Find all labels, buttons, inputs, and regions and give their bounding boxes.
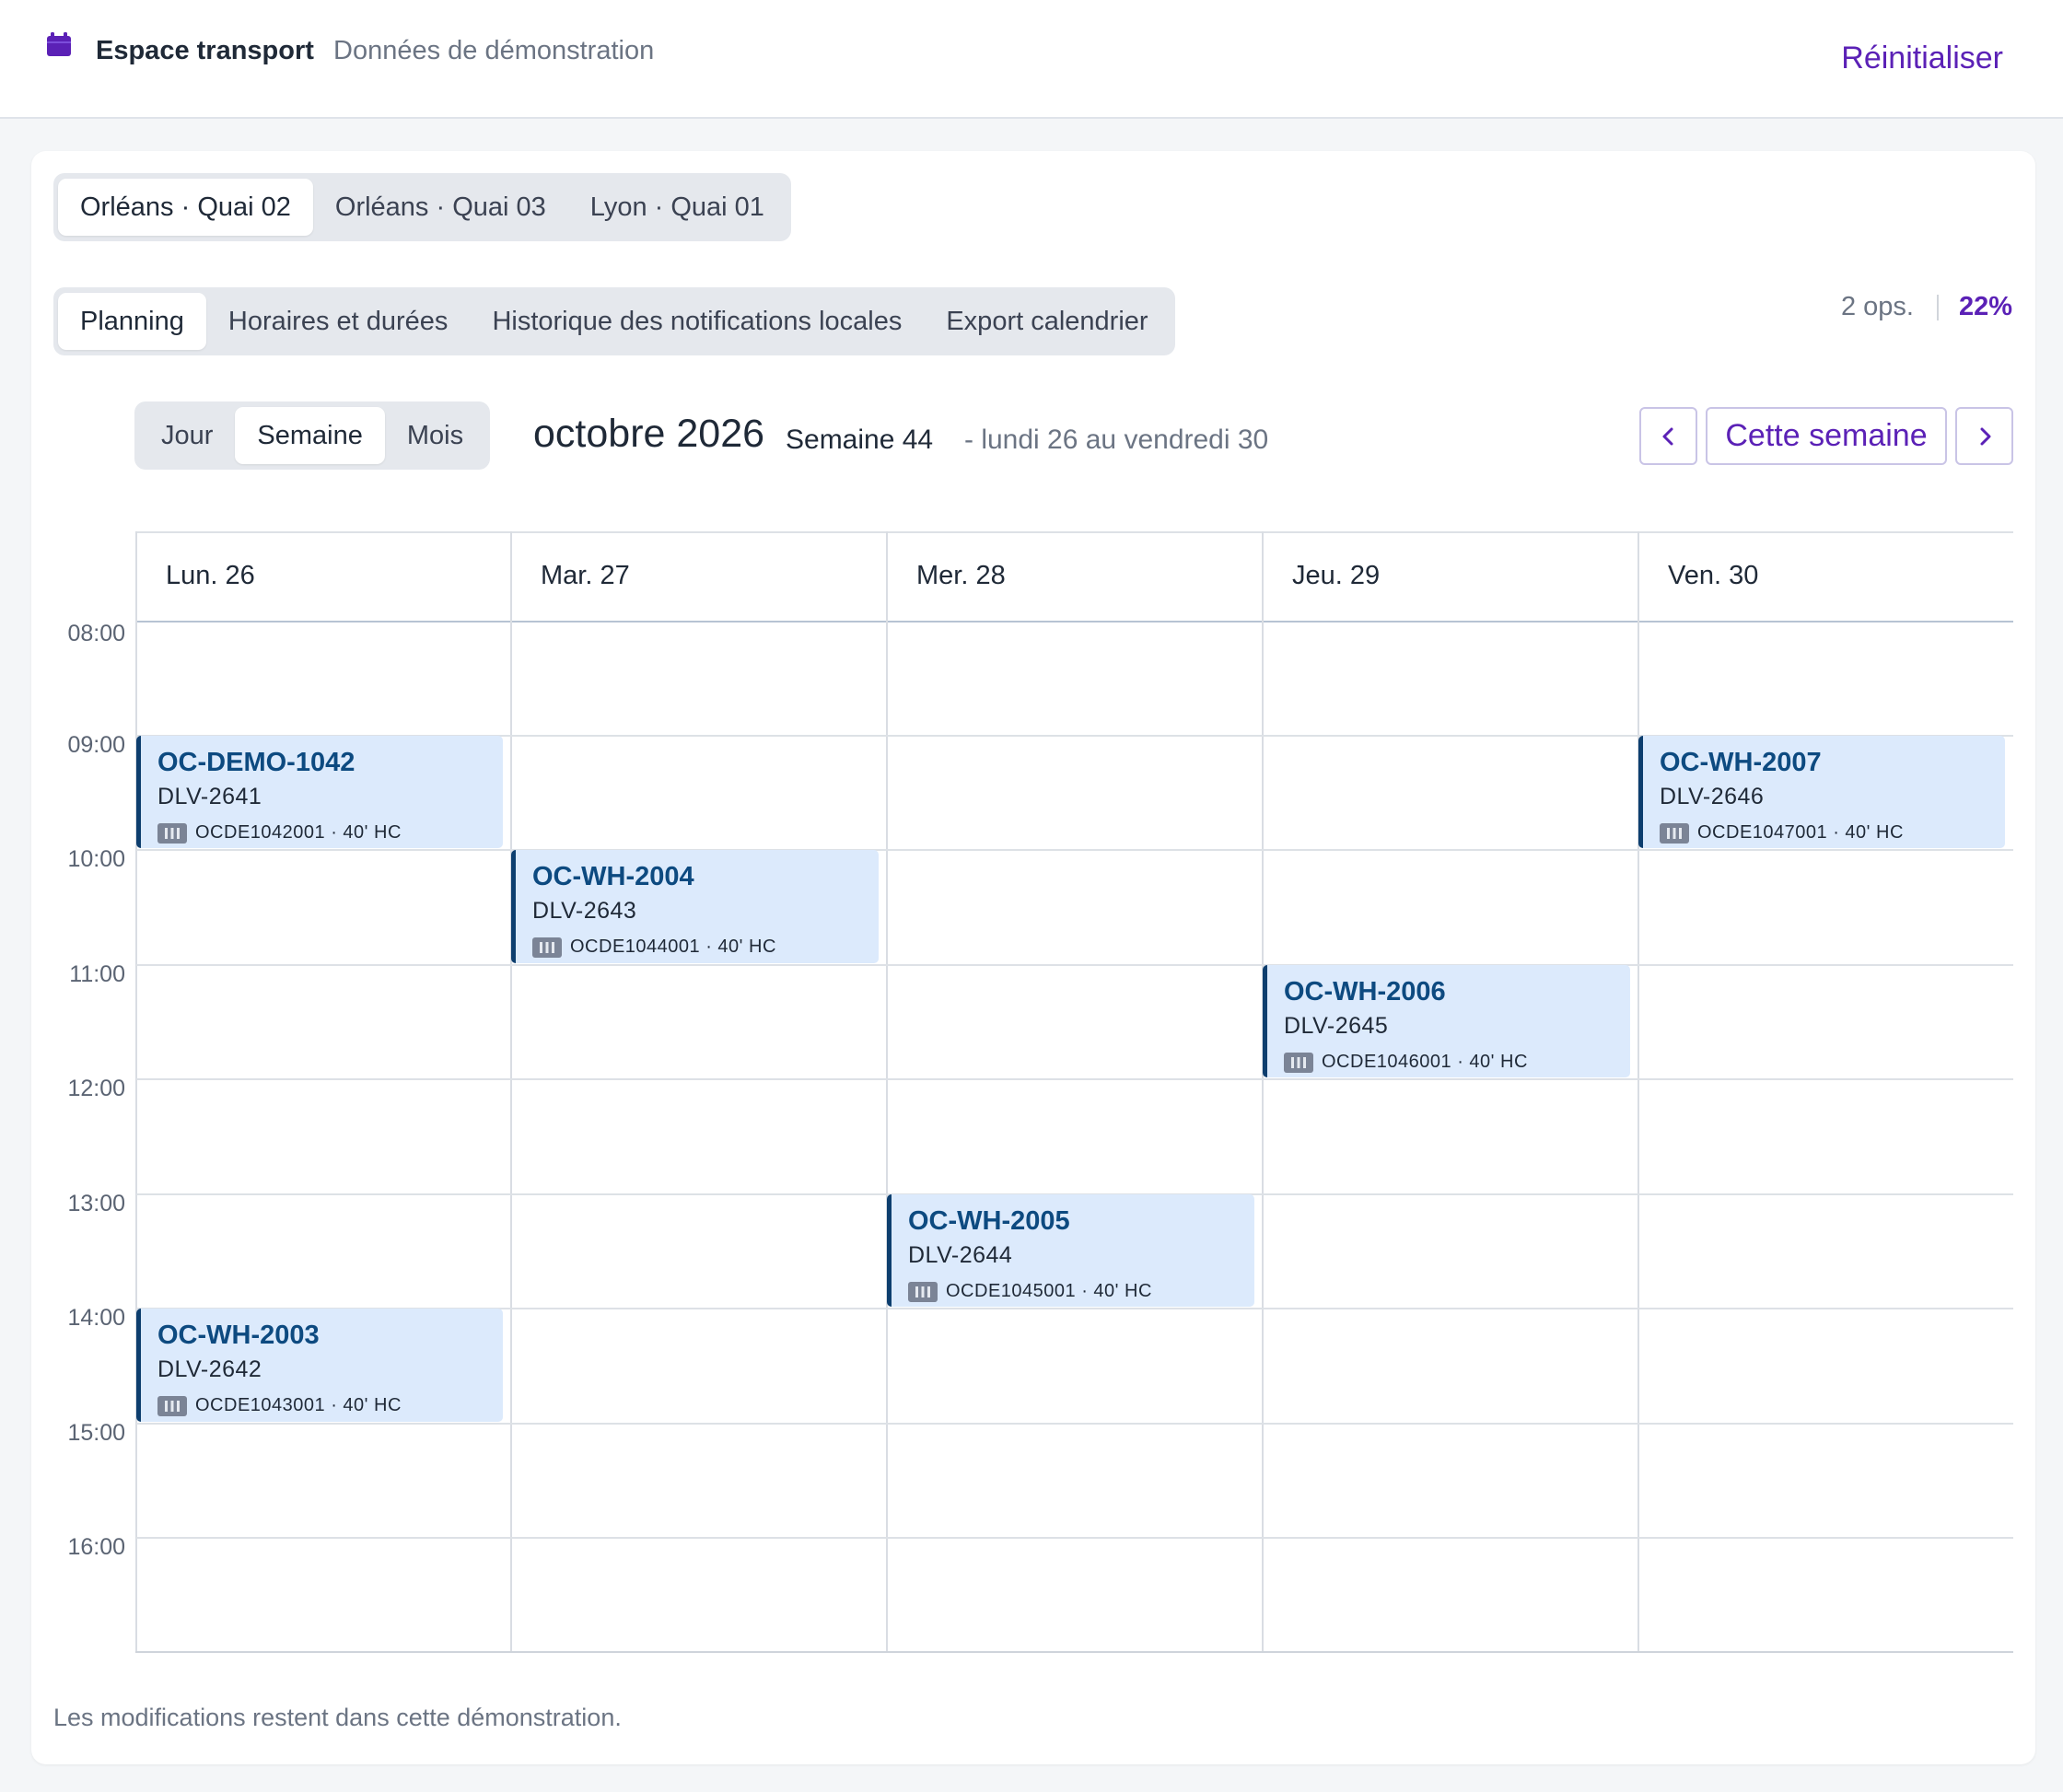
container-number: OCDE1042001 · 40' HC	[195, 822, 402, 843]
appointment-title: OC-WH-2006	[1284, 977, 1446, 1007]
tab-historique[interactable]: Historique des notifications locales	[470, 293, 924, 350]
hour-line	[136, 1078, 2013, 1080]
time-label: 10:00	[67, 846, 125, 872]
container-number: OCDE1044001 · 40' HC	[570, 937, 776, 957]
this-week-button[interactable]: Cette semaine	[1706, 407, 1947, 465]
appointment-card[interactable]: OC-WH-2007 DLV-2646 OCDE1047001 · 40' HC	[1638, 736, 2005, 848]
view-switcher: Jour Semaine Mois	[134, 401, 491, 470]
prev-week-button[interactable]	[1639, 407, 1697, 465]
appointment-card[interactable]: OC-DEMO-1042 DLV-2641 OCDE1042001 · 40' HC	[136, 736, 503, 848]
time-label: 14:00	[67, 1305, 125, 1331]
appointment-title: OC-WH-2004	[532, 862, 694, 891]
time-label: 12:00	[67, 1076, 125, 1101]
calendar-header-bottom-border	[136, 621, 2013, 623]
chevron-right-icon	[1980, 427, 1990, 445]
day-column-divider	[1262, 531, 1264, 1652]
calendar-bottom-border	[135, 1651, 2013, 1653]
container-icon	[157, 1395, 187, 1416]
appointment-card[interactable]: OC-WH-2003 DLV-2642 OCDE1043001 · 40' HC	[136, 1309, 503, 1422]
day-header: Jeu. 29	[1292, 561, 1381, 590]
day-header: Ven. 30	[1668, 561, 1759, 590]
container-number: OCDE1043001 · 40' HC	[195, 1395, 402, 1415]
hour-line	[136, 1423, 2013, 1425]
week-range: - lundi 26 au vendredi 30	[964, 425, 1269, 455]
container-icon	[532, 937, 562, 958]
reset-button[interactable]: Réinitialiser	[1841, 41, 2003, 76]
day-column-divider	[886, 531, 888, 1652]
footer-note: Les modifications restent dans cette dém…	[53, 1704, 622, 1731]
time-label: 13:00	[67, 1191, 125, 1216]
appointment-delivery-ref: DLV-2642	[157, 1356, 262, 1382]
occupancy-percent: 22%	[1958, 292, 2012, 321]
hour-line	[136, 964, 2013, 966]
appointment-title: OC-WH-2003	[157, 1321, 320, 1350]
view-day[interactable]: Jour	[139, 407, 235, 464]
container-number: OCDE1047001 · 40' HC	[1697, 822, 1904, 843]
appointment-container-info: OCDE1043001 · 40' HC	[157, 1395, 402, 1416]
next-week-button[interactable]	[1955, 407, 2013, 465]
dock-tab-orleans-quai-02[interactable]: Orléans · Quai 02	[58, 179, 313, 236]
day-header: Mar. 27	[541, 561, 630, 590]
container-icon	[908, 1281, 938, 1302]
appointment-card[interactable]: OC-WH-2005 DLV-2644 OCDE1045001 · 40' HC	[887, 1194, 1254, 1307]
week-number: Semaine 44	[786, 425, 934, 455]
view-month[interactable]: Mois	[385, 407, 485, 464]
appointment-container-info: OCDE1044001 · 40' HC	[532, 937, 776, 958]
day-column-divider	[135, 531, 137, 1652]
dock-selector: Orléans · Quai 02 Orléans · Quai 03 Lyon…	[53, 173, 791, 241]
app-subtitle: Données de démonstration	[333, 36, 655, 65]
day-column-divider	[1638, 531, 1639, 1652]
top-bar: Espace transport Données de démonstratio…	[0, 0, 2063, 119]
app-title: Espace transport	[96, 36, 314, 65]
tab-export[interactable]: Export calendrier	[924, 293, 1170, 350]
time-label: 15:00	[67, 1420, 125, 1446]
container-icon	[1660, 822, 1689, 844]
dock-tab-lyon-quai-01[interactable]: Lyon · Quai 01	[568, 179, 787, 236]
day-column-divider	[510, 531, 512, 1652]
time-label: 09:00	[67, 732, 125, 758]
container-icon	[157, 822, 187, 844]
planning-card: Orléans · Quai 02 Orléans · Quai 03 Lyon…	[31, 151, 2035, 1764]
appointment-container-info: OCDE1042001 · 40' HC	[157, 822, 402, 844]
chevron-left-icon	[1662, 427, 1673, 445]
tab-horaires[interactable]: Horaires et durées	[206, 293, 471, 350]
container-number: OCDE1045001 · 40' HC	[946, 1281, 1152, 1301]
time-label: 16:00	[67, 1534, 125, 1560]
appointment-container-info: OCDE1045001 · 40' HC	[908, 1281, 1152, 1302]
hour-line	[136, 1537, 2013, 1539]
month-title: octobre 2026	[533, 412, 765, 456]
section-tabs: Planning Horaires et durées Historique d…	[53, 287, 1175, 355]
stats-divider	[1936, 294, 1939, 320]
day-header: Mer. 28	[916, 561, 1006, 590]
appointment-card[interactable]: OC-WH-2006 DLV-2645 OCDE1046001 · 40' HC	[1263, 965, 1630, 1077]
container-number: OCDE1046001 · 40' HC	[1322, 1052, 1528, 1072]
day-header: Lun. 26	[166, 561, 255, 590]
tab-planning[interactable]: Planning	[58, 293, 206, 350]
dock-tab-orleans-quai-03[interactable]: Orléans · Quai 03	[313, 179, 568, 236]
appointment-container-info: OCDE1046001 · 40' HC	[1284, 1052, 1528, 1073]
appointment-delivery-ref: DLV-2645	[1284, 1013, 1389, 1039]
appointment-title: OC-WH-2005	[908, 1206, 1070, 1236]
ops-count: 2 ops.	[1840, 292, 1914, 321]
appointment-delivery-ref: DLV-2643	[532, 898, 637, 924]
appointment-title: OC-DEMO-1042	[157, 748, 355, 777]
appointment-card[interactable]: OC-WH-2004 DLV-2643 OCDE1044001 · 40' HC	[511, 850, 879, 963]
stats: 2 ops. 22%	[1841, 292, 2012, 322]
appointment-delivery-ref: DLV-2641	[157, 784, 262, 809]
hour-line	[136, 849, 2013, 851]
time-label: 08:00	[67, 621, 125, 646]
calendar-icon	[47, 32, 71, 56]
appointment-delivery-ref: DLV-2646	[1660, 784, 1765, 809]
appointment-title: OC-WH-2007	[1660, 748, 1822, 777]
appointment-delivery-ref: DLV-2644	[908, 1242, 1013, 1268]
appointment-container-info: OCDE1047001 · 40' HC	[1660, 822, 1904, 844]
container-icon	[1284, 1052, 1313, 1073]
view-week[interactable]: Semaine	[235, 407, 385, 464]
time-label: 11:00	[69, 961, 125, 987]
